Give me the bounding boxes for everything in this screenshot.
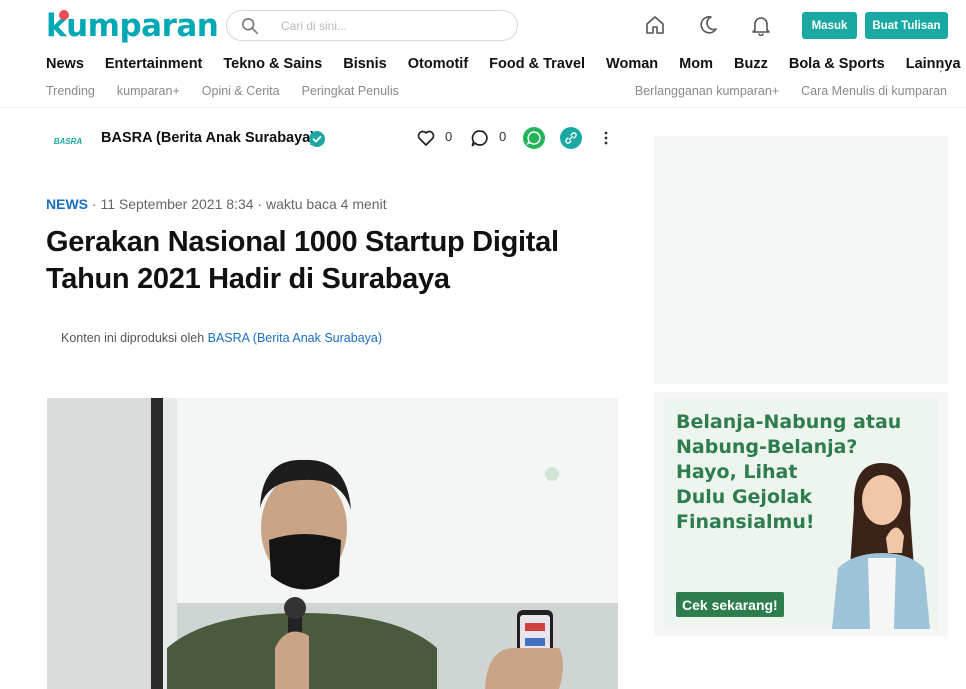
sidebar-ad-placeholder	[654, 136, 948, 384]
search-icon	[241, 17, 259, 35]
login-button[interactable]: Masuk	[802, 12, 857, 39]
sidebar-ad-banner[interactable]: Belanja-Nabung atau Nabung-Belanja? Hayo…	[654, 392, 948, 636]
article-category[interactable]: NEWS	[46, 196, 88, 212]
bell-icon[interactable]	[750, 14, 772, 36]
subnav-peringkat-penulis[interactable]: Peringkat Penulis	[302, 84, 399, 98]
site-header: kumparan Masuk Buat Tulisan News Enterta…	[0, 0, 966, 108]
logo-dot	[59, 10, 69, 20]
comment-icon[interactable]	[470, 128, 490, 148]
verified-badge-icon	[309, 131, 325, 147]
publisher-logo-text: BASRA	[53, 136, 83, 146]
write-article-button[interactable]: Buat Tulisan	[865, 12, 948, 39]
nav-item-buzz[interactable]: Buzz	[734, 56, 768, 72]
produced-by-label: Konten ini diproduksi oleh	[61, 331, 208, 345]
article-meta: NEWS · 11 September 2021 8:34 · waktu ba…	[46, 196, 387, 212]
like-heart-icon[interactable]	[416, 128, 436, 148]
nav-item-entertainment[interactable]: Entertainment	[105, 56, 203, 72]
nav-item-bisnis[interactable]: Bisnis	[343, 56, 387, 72]
search-bar[interactable]	[226, 10, 518, 41]
more-options-icon[interactable]	[596, 128, 616, 148]
whatsapp-share-icon[interactable]	[523, 127, 545, 149]
article-date-readtime: · 11 September 2021 8:34 · waktu baca 4 …	[88, 196, 387, 212]
content-producer-note: Konten ini diproduksi oleh BASRA (Berita…	[61, 331, 382, 345]
ad-cta-button[interactable]: Cek sekarang!	[676, 592, 784, 617]
kumparan-logo[interactable]: kumparan	[46, 8, 219, 44]
subnav-opini-cerita[interactable]: Opini & Cerita	[202, 84, 280, 98]
moon-icon[interactable]	[697, 14, 719, 36]
produced-by-link[interactable]: BASRA (Berita Anak Surabaya)	[208, 331, 382, 345]
nav-item-woman[interactable]: Woman	[606, 56, 658, 72]
nav-item-food-travel[interactable]: Food & Travel	[489, 56, 585, 72]
ad-creative[interactable]: Belanja-Nabung atau Nabung-Belanja? Hayo…	[664, 398, 938, 629]
logo-text: kumparan	[46, 8, 219, 44]
subnav-trending[interactable]: Trending	[46, 84, 95, 98]
subnav-kumparan-plus[interactable]: kumparan+	[117, 84, 180, 98]
publisher-logo[interactable]: BASRA	[46, 124, 90, 158]
nav-item-otomotif[interactable]: Otomotif	[408, 56, 468, 72]
article-hero-image	[47, 398, 618, 689]
subnav-how-to-write[interactable]: Cara Menulis di kumparan	[801, 84, 947, 98]
ad-headline: Belanja-Nabung atau Nabung-Belanja? Hayo…	[676, 411, 902, 533]
search-input[interactable]	[281, 17, 501, 35]
comment-count: 0	[499, 129, 507, 144]
subnav-subscribe[interactable]: Berlangganan kumparan+	[635, 84, 779, 98]
like-count: 0	[445, 129, 453, 144]
nav-item-tekno-sains[interactable]: Tekno & Sains	[223, 56, 322, 72]
copy-link-icon[interactable]	[560, 127, 582, 149]
main-nav: News Entertainment Tekno & Sains Bisnis …	[46, 56, 966, 72]
publisher-name[interactable]: BASRA (Berita Anak Surabaya)	[101, 130, 315, 146]
nav-more-icon[interactable]: ⋮	[934, 58, 948, 75]
sub-nav-right: Berlangganan kumparan+ Cara Menulis di k…	[613, 84, 947, 98]
nav-item-bola-sports[interactable]: Bola & Sports	[789, 56, 885, 72]
nav-item-mom[interactable]: Mom	[679, 56, 713, 72]
article-title: Gerakan Nasional 1000 Startup Digital Ta…	[46, 226, 559, 295]
home-icon[interactable]	[644, 14, 666, 36]
sub-nav-left: Trending kumparan+ Opini & Cerita Pering…	[46, 84, 421, 98]
nav-item-news[interactable]: News	[46, 56, 84, 72]
hero-photo-illustration	[47, 398, 618, 689]
